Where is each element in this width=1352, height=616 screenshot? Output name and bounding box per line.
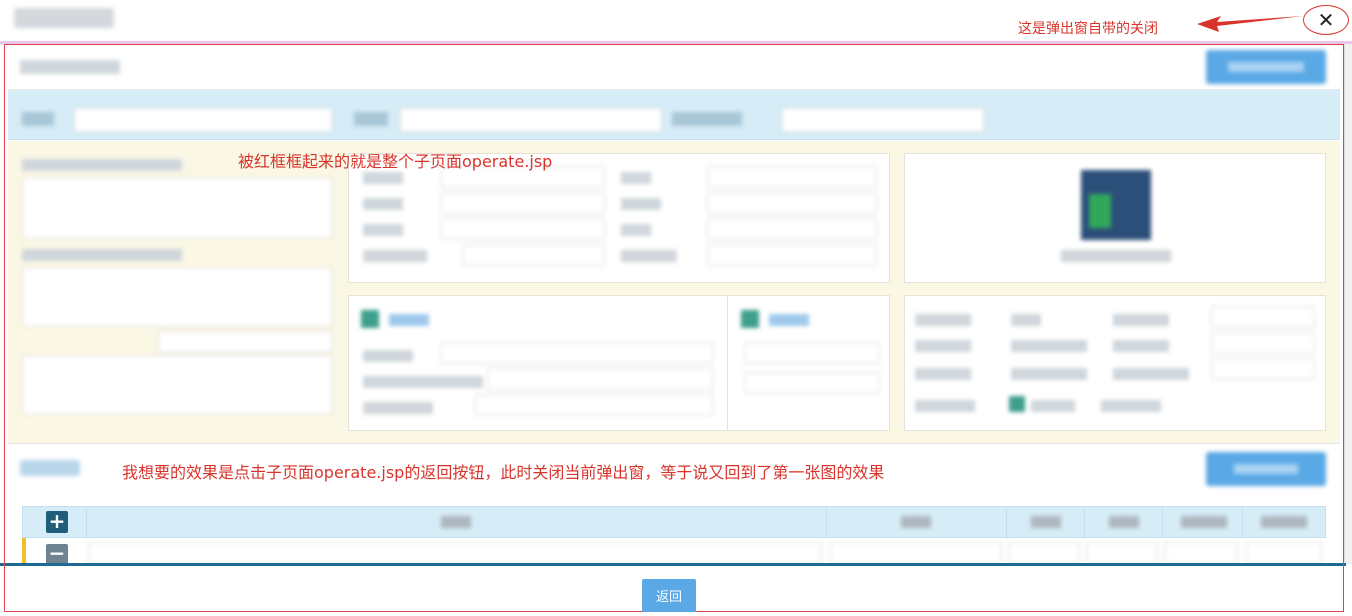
textarea-field[interactable] <box>22 355 332 415</box>
filter-label <box>354 112 388 126</box>
table-header <box>22 506 1326 538</box>
dialog-title-blurred <box>14 8 114 28</box>
checkbox[interactable] <box>1009 396 1025 412</box>
close-icon: ✕ <box>1317 8 1335 32</box>
text-field[interactable] <box>745 372 879 394</box>
filter-input[interactable] <box>74 108 332 132</box>
field-label <box>22 159 182 171</box>
section1-title-blurred <box>20 60 120 74</box>
row-marker <box>22 538 26 564</box>
row-cell-input[interactable] <box>1246 542 1322 564</box>
text-field[interactable] <box>441 218 605 240</box>
annotation-close-note: 这是弹出窗自带的关闭 <box>1018 21 1158 37</box>
text-field[interactable] <box>707 166 877 188</box>
info-panel <box>348 153 890 283</box>
detail-panel <box>348 295 890 431</box>
options-panel <box>904 295 1326 431</box>
text-field[interactable] <box>158 331 332 353</box>
vertical-scrollbar[interactable] <box>1344 44 1352 564</box>
filter-label <box>672 112 742 126</box>
logo-caption <box>1061 250 1171 262</box>
filter-bar <box>8 90 1340 140</box>
row-cell-input[interactable] <box>830 542 1002 564</box>
filter-label <box>22 112 54 126</box>
annotation-arrow-icon <box>1197 16 1303 32</box>
top-action-button[interactable] <box>1206 50 1326 84</box>
section-icon <box>741 310 759 328</box>
text-field[interactable] <box>707 192 877 214</box>
logo-panel <box>904 153 1326 283</box>
filter-input[interactable] <box>400 108 662 132</box>
text-field[interactable] <box>487 368 713 390</box>
textarea-field[interactable] <box>22 177 332 239</box>
textarea-field[interactable] <box>22 267 332 327</box>
section2-title-blurred <box>20 460 80 476</box>
remove-row-button[interactable]: − <box>46 543 68 564</box>
row-cell-input[interactable] <box>88 542 822 564</box>
row-cell-input[interactable] <box>1164 542 1238 564</box>
section1-header <box>8 48 1340 90</box>
section-icon <box>361 310 379 328</box>
select-field[interactable] <box>1211 306 1315 328</box>
text-field[interactable] <box>441 192 605 214</box>
annotation-subpage-note: 被红框框起来的就是整个子页面operate.jsp <box>238 152 553 171</box>
select-field[interactable] <box>1211 358 1315 380</box>
text-field[interactable] <box>707 244 877 266</box>
section2-action-button[interactable] <box>1206 452 1326 486</box>
field-label <box>22 249 182 261</box>
select-field[interactable] <box>1211 332 1315 354</box>
form-area <box>8 141 1340 443</box>
text-field[interactable] <box>441 342 713 364</box>
footer-divider <box>0 563 1346 566</box>
text-field[interactable] <box>475 394 713 416</box>
table-row <box>22 538 1326 564</box>
add-row-button[interactable]: + <box>46 511 68 533</box>
text-field[interactable] <box>707 218 877 240</box>
dialog-close-button[interactable]: ✕ <box>1303 5 1349 35</box>
annotation-back-note: 我想要的效果是点击子页面operate.jsp的返回按钮，此时关闭当前弹出窗，等… <box>122 463 885 482</box>
back-button[interactable]: 返回 <box>642 579 696 612</box>
text-field[interactable] <box>463 244 605 266</box>
filter-input[interactable] <box>782 108 984 132</box>
text-field[interactable] <box>745 342 879 364</box>
row-cell-input[interactable] <box>1086 542 1158 564</box>
row-cell-input[interactable] <box>1008 542 1080 564</box>
